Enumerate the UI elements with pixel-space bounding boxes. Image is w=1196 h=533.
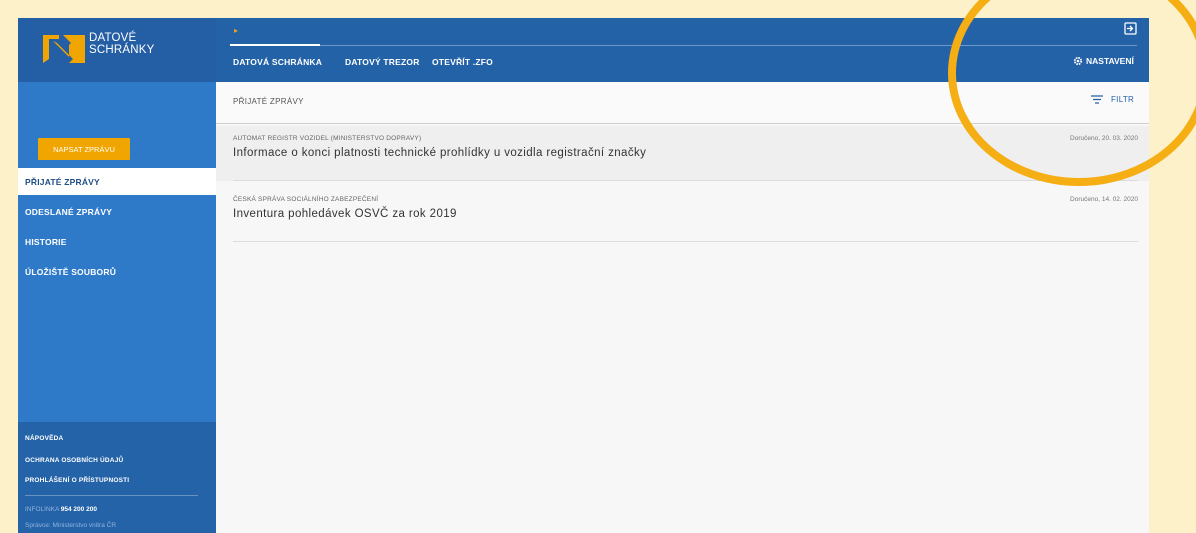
message-sender: AUTOMAT REGISTR VOZIDEL (MINISTERSTVO DO… bbox=[233, 135, 422, 142]
filter-label: FILTR bbox=[1111, 95, 1135, 104]
message-row[interactable]: ČESKÁ SPRÁVA SOCIÁLNÍHO ZABEZPEČENÍ Inve… bbox=[216, 187, 1149, 242]
settings-label: NASTAVENÍ bbox=[1086, 56, 1134, 66]
compose-message-button[interactable]: NAPSAT ZPRÁVU bbox=[38, 138, 130, 160]
infolinka-label: INFOLINKA bbox=[25, 506, 59, 513]
footer-link-prohlaseni[interactable]: PROHLÁŠENÍ O PŘÍSTUPNOSTI bbox=[25, 477, 129, 484]
breadcrumb-arrow: ▸ bbox=[234, 26, 239, 35]
message-row[interactable]: AUTOMAT REGISTR VOZIDEL (MINISTERSTVO DO… bbox=[216, 126, 1149, 181]
message-divider bbox=[233, 241, 1138, 242]
logo-icon bbox=[43, 35, 85, 63]
sidebar-footer: NÁPOVĚDA OCHRANA OSOBNÍCH ÚDAJŮ PROHLÁŠE… bbox=[18, 422, 216, 533]
logo-area[interactable]: DATOVÉ SCHRÁNKY bbox=[18, 18, 216, 82]
logo-line1: DATOVÉ bbox=[89, 32, 137, 44]
filter-button[interactable]: FILTR bbox=[1091, 95, 1134, 104]
infolinka-number[interactable]: 954 200 200 bbox=[61, 506, 97, 513]
header-divider bbox=[230, 45, 1137, 46]
message-divider bbox=[233, 180, 1138, 181]
list-title: PŘIJATÉ ZPRÁVY bbox=[233, 97, 304, 106]
top-header: DATOVÉ SCHRÁNKY ▸ DATOVÁ SCHRÁNKA DATOVÝ… bbox=[18, 18, 1149, 82]
tab-datova-schranka[interactable]: DATOVÁ SCHRÁNKA bbox=[233, 57, 322, 67]
sidebar-item-historie[interactable]: HISTORIE bbox=[18, 228, 216, 255]
tab-otevrit-zfo[interactable]: OTEVŘÍT .ZFO bbox=[432, 57, 493, 67]
message-date: Doručeno, 20. 03. 2020 bbox=[1070, 135, 1138, 142]
tab-datovy-trezor[interactable]: DATOVÝ TREZOR bbox=[345, 57, 420, 67]
footer-link-napoveda[interactable]: NÁPOVĚDA bbox=[25, 435, 63, 442]
app-window: DATOVÉ SCHRÁNKY ▸ DATOVÁ SCHRÁNKA DATOVÝ… bbox=[18, 18, 1149, 533]
sidebar-item-uloziste[interactable]: ÚLOŽIŠTĚ SOUBORŮ bbox=[18, 258, 216, 285]
message-subject: Inventura pohledávek OSVČ za rok 2019 bbox=[233, 208, 457, 220]
gear-icon bbox=[1073, 56, 1083, 66]
main-content: PŘIJATÉ ZPRÁVY FILTR AUTOMAT REGISTR VOZ… bbox=[216, 82, 1149, 533]
logout-icon[interactable] bbox=[1124, 22, 1137, 35]
footer-divider bbox=[25, 495, 198, 496]
message-date: Doručeno, 14. 02. 2020 bbox=[1070, 196, 1138, 203]
sidebar: NAPSAT ZPRÁVU PŘIJATÉ ZPRÁVY ODESLANÉ ZP… bbox=[18, 82, 216, 533]
footer-infolinka: INFOLINKA 954 200 200 bbox=[25, 506, 97, 513]
footer-spravce: Správce: Ministerstvo vnitra ČR bbox=[25, 522, 117, 529]
sidebar-item-prijate[interactable]: PŘIJATÉ ZPRÁVY bbox=[18, 168, 216, 195]
message-sender: ČESKÁ SPRÁVA SOCIÁLNÍHO ZABEZPEČENÍ bbox=[233, 196, 379, 203]
sidebar-item-odeslane[interactable]: ODESLANÉ ZPRÁVY bbox=[18, 198, 216, 225]
logo-text: DATOVÉ SCHRÁNKY bbox=[89, 32, 155, 56]
logo-line2: SCHRÁNKY bbox=[89, 43, 155, 56]
filter-icon bbox=[1091, 95, 1103, 104]
list-header: PŘIJATÉ ZPRÁVY FILTR bbox=[216, 82, 1149, 124]
settings-button[interactable]: NASTAVENÍ bbox=[1073, 56, 1134, 66]
message-subject: Informace o konci platnosti technické pr… bbox=[233, 147, 647, 159]
footer-link-ochrana[interactable]: OCHRANA OSOBNÍCH ÚDAJŮ bbox=[25, 457, 123, 464]
